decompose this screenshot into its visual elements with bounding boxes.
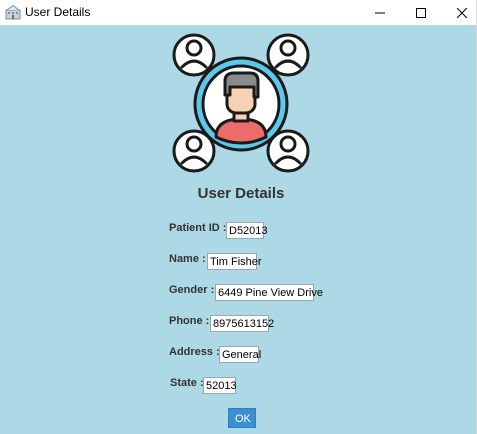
window-title: User Details xyxy=(25,5,91,19)
phone-label: Phone : xyxy=(169,315,210,327)
user-network-icon xyxy=(172,33,310,173)
minimize-button[interactable] xyxy=(358,0,402,25)
address-label: Address : xyxy=(169,346,220,358)
ok-button[interactable]: OK xyxy=(228,408,256,428)
close-button[interactable] xyxy=(440,0,477,25)
name-field[interactable]: Tim Fisher xyxy=(207,253,262,270)
phone-field[interactable]: 8975613152 xyxy=(210,315,274,332)
name-label: Name : xyxy=(169,253,206,265)
minimize-icon xyxy=(375,12,385,13)
corner-user-top-right xyxy=(266,33,310,77)
corner-user-top-left xyxy=(172,33,216,77)
maximize-icon xyxy=(416,7,426,18)
patient-id-field[interactable]: D52013 xyxy=(226,222,268,239)
java-app-icon xyxy=(5,4,21,20)
patient-id-label: Patient ID : xyxy=(169,222,227,234)
maximize-button[interactable] xyxy=(399,0,443,25)
state-field[interactable]: 52013 xyxy=(203,377,237,394)
dialog-content: User Details Patient ID : D52013 Name : … xyxy=(0,25,476,434)
gender-field[interactable]: 6449 Pine View Drive xyxy=(215,284,323,301)
title-bar[interactable]: User Details xyxy=(0,0,476,25)
gender-label: Gender : xyxy=(169,284,215,296)
dialog-heading: User Details xyxy=(197,185,285,202)
user-details-window: User Details User Details Patient ID: D… xyxy=(0,0,477,434)
address-field[interactable]: General xyxy=(219,346,261,363)
state-label: State : xyxy=(170,377,204,389)
close-icon xyxy=(457,7,467,18)
